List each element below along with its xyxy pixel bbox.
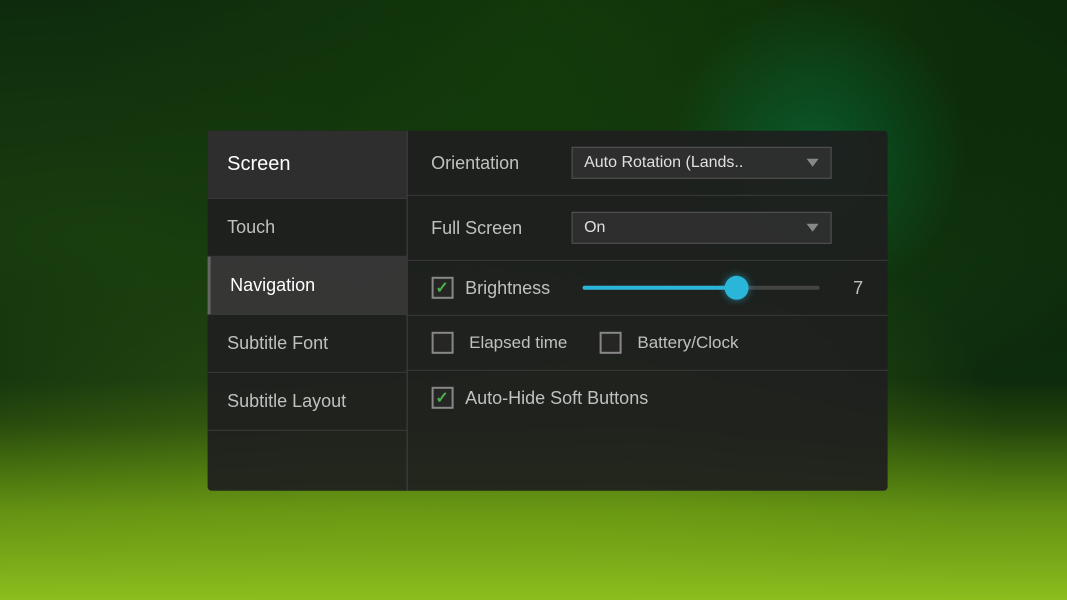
sidebar-item-subtitle-font[interactable]: Subtitle Font xyxy=(207,315,406,373)
fullscreen-value-container: On xyxy=(571,212,863,244)
elapsed-time-label: Elapsed time xyxy=(469,333,567,353)
autohide-checkmark: ✓ xyxy=(435,388,448,408)
fullscreen-row: Full Screen On xyxy=(407,196,887,261)
settings-panel: Screen Touch Navigation Subtitle Font Su… xyxy=(207,131,887,491)
elapsed-time-checkbox[interactable] xyxy=(431,332,453,354)
brightness-value: 7 xyxy=(839,277,863,298)
brightness-slider-fill xyxy=(582,286,736,290)
orientation-label: Orientation xyxy=(431,152,571,173)
orientation-row: Orientation Auto Rotation (Lands.. xyxy=(407,131,887,196)
sidebar: Screen Touch Navigation Subtitle Font Su… xyxy=(207,131,407,491)
brightness-slider[interactable] xyxy=(582,286,819,290)
brightness-row: ✓ Brightness 7 xyxy=(407,261,887,316)
battery-clock-checkbox[interactable] xyxy=(599,332,621,354)
settings-content: Orientation Auto Rotation (Lands.. Full … xyxy=(407,131,887,491)
brightness-slider-thumb[interactable] xyxy=(724,276,748,300)
options-row: Elapsed time Battery/Clock xyxy=(407,316,887,371)
sidebar-item-navigation[interactable]: Navigation xyxy=(207,257,406,315)
orientation-dropdown-arrow xyxy=(806,159,818,167)
sidebar-item-subtitle-layout[interactable]: Subtitle Layout xyxy=(207,373,406,431)
sidebar-item-touch[interactable]: Touch xyxy=(207,199,406,257)
autohide-row: ✓ Auto-Hide Soft Buttons xyxy=(407,371,887,425)
fullscreen-dropdown-arrow xyxy=(806,224,818,232)
autohide-label: Auto-Hide Soft Buttons xyxy=(465,387,648,408)
autohide-checkbox[interactable]: ✓ xyxy=(431,387,453,409)
battery-clock-label: Battery/Clock xyxy=(637,333,738,353)
orientation-dropdown[interactable]: Auto Rotation (Lands.. xyxy=(571,147,831,179)
brightness-label: Brightness xyxy=(465,277,550,298)
sidebar-item-screen[interactable]: Screen xyxy=(207,131,406,199)
brightness-checkmark: ✓ xyxy=(435,278,448,298)
fullscreen-label: Full Screen xyxy=(431,217,571,238)
orientation-value-container: Auto Rotation (Lands.. xyxy=(571,147,863,179)
brightness-checkbox[interactable]: ✓ xyxy=(431,277,453,299)
fullscreen-dropdown[interactable]: On xyxy=(571,212,831,244)
